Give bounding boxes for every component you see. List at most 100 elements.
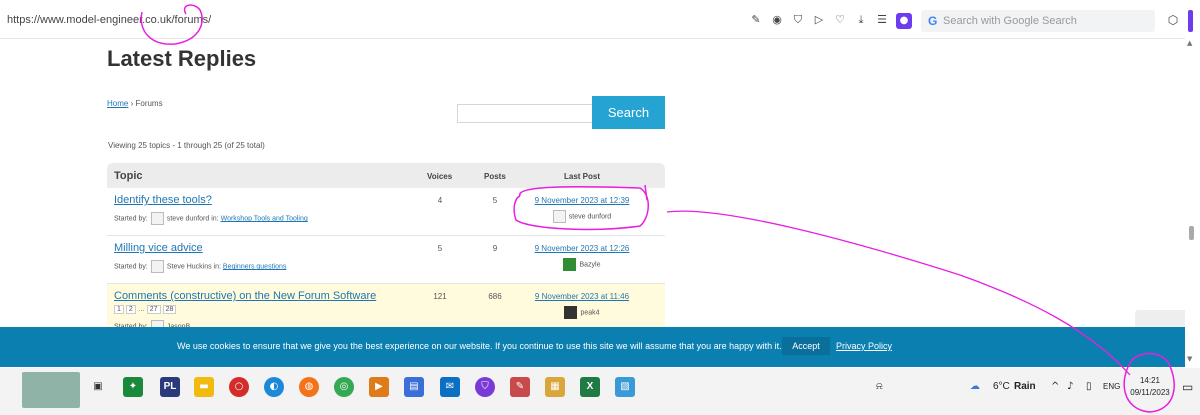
topics-table: Topic Voices Posts Last Post Identify th…	[107, 163, 665, 333]
topic-link[interactable]: Identify these tools?	[114, 194, 212, 206]
archive-icon[interactable]: ▦	[545, 377, 565, 397]
shield-icon[interactable]: ⛉	[791, 13, 805, 27]
store-icon[interactable]: ▤	[404, 377, 424, 397]
scroll-down-icon[interactable]: ▼	[1187, 355, 1192, 363]
forum-link[interactable]: Workshop Tools and Tooling	[221, 215, 308, 222]
send-icon[interactable]: ▷	[812, 13, 826, 27]
chrome-icon[interactable]: ◎	[334, 377, 354, 397]
browser-toolbar: https://www.model-engineer.co.uk/forums/…	[0, 0, 1200, 39]
opera-icon[interactable]: ○	[229, 377, 249, 397]
breadcrumb-separator: ›	[130, 99, 134, 108]
sidebar-toggle[interactable]	[1188, 10, 1193, 32]
table-row: Identify these tools? Started by: steve d…	[107, 188, 665, 236]
topic-pagination: 1 2… 27 28	[114, 305, 178, 314]
last-post-user[interactable]: Bazyle	[522, 258, 642, 271]
playlist-icon[interactable]: ☰	[875, 13, 889, 27]
camera-icon[interactable]: ◉	[770, 13, 784, 27]
taskbar: ▣ ✦ PL ▬ ○ ◐ ◍ ◎ ▶ ▤ ✉ ⛉ ✎ ▦ X ▧ ⍾ ☁ 6°C…	[0, 368, 1200, 415]
header-voices: Voices	[427, 172, 453, 181]
table-header: Topic Voices Posts Last Post	[107, 163, 665, 188]
topic-link[interactable]: Milling vice advice	[114, 242, 203, 254]
scrollbar-thumb[interactable]	[1189, 226, 1194, 240]
weather-icon[interactable]: ☁	[970, 381, 980, 392]
topic-meta: Started by: steve dunford in: Workshop To…	[114, 212, 308, 225]
edit-icon[interactable]: ✎	[749, 13, 763, 27]
search-button[interactable]: Search	[592, 96, 665, 129]
battery-icon[interactable]: ▯	[1086, 381, 1092, 392]
header-posts: Posts	[484, 172, 506, 181]
voices-count: 4	[437, 196, 443, 205]
last-post-link[interactable]: 9 November 2023 at 12:26	[522, 244, 642, 253]
pl-app-icon[interactable]: PL	[160, 377, 180, 397]
vpn-icon[interactable]: ⛉	[475, 377, 495, 397]
google-icon: G	[928, 14, 938, 28]
forum-link[interactable]: Beginners questions	[223, 263, 286, 270]
breadcrumb: Home › Forums	[107, 99, 163, 108]
topic-link[interactable]: Comments (constructive) on the New Forum…	[114, 290, 376, 302]
last-post-link[interactable]: 9 November 2023 at 12:39	[522, 196, 642, 205]
page-scrollbar[interactable]	[1185, 38, 1200, 368]
avatar	[563, 258, 577, 271]
language-indicator[interactable]: ENG	[1103, 382, 1120, 391]
edge-icon[interactable]: ◐	[264, 377, 284, 397]
firefox-icon[interactable]: ◍	[299, 377, 319, 397]
table-row: Milling vice advice Started by: Steve Huc…	[107, 236, 665, 284]
topic-meta: Started by: Steve Huckins in: Beginners q…	[114, 260, 286, 273]
forum-search-input[interactable]	[457, 104, 593, 123]
voices-count: 5	[437, 244, 443, 253]
last-post-link[interactable]: 9 November 2023 at 11:46	[522, 292, 642, 301]
avatar	[150, 212, 164, 225]
page-link[interactable]: 28	[162, 305, 177, 314]
table-row: Comments (constructive) on the New Forum…	[107, 284, 665, 333]
breadcrumb-home-link[interactable]: Home	[107, 99, 128, 108]
avatar	[564, 306, 578, 319]
weather-text[interactable]: Rain	[1014, 381, 1036, 392]
excel-icon[interactable]: X	[580, 377, 600, 397]
topic-author[interactable]: Steve Huckins	[167, 263, 212, 270]
media-player-icon[interactable]: ▶	[369, 377, 389, 397]
show-hidden-icons-icon[interactable]: ^	[1051, 381, 1059, 392]
news-widget-icon[interactable]	[22, 372, 80, 408]
last-post-user[interactable]: peak4	[522, 306, 642, 319]
extensions-icon[interactable]: ⬡	[1164, 10, 1182, 30]
task-view-icon[interactable]: ▣	[88, 377, 108, 397]
google-search-box[interactable]: G Search with Google Search	[921, 10, 1155, 32]
clock-date: 09/11/2023	[1130, 388, 1170, 397]
app-icon-green[interactable]: ✦	[123, 377, 143, 397]
profile-icon[interactable]: ●	[896, 13, 912, 29]
download-icon[interactable]: ⤓	[854, 13, 868, 27]
header-last-post: Last Post	[564, 172, 601, 181]
clock[interactable]: 14:21 09/11/2023	[1127, 375, 1173, 399]
cookie-message: We use cookies to ensure that we give yo…	[177, 341, 782, 351]
posts-count: 686	[488, 292, 502, 301]
clock-time: 14:21	[1139, 376, 1161, 385]
notifications-icon[interactable]: ▭	[1182, 380, 1193, 394]
heart-icon[interactable]: ♡	[833, 13, 847, 27]
avatar	[150, 260, 164, 273]
scroll-up-icon[interactable]: ▲	[1187, 39, 1192, 47]
last-post-user[interactable]: steve dunford	[522, 210, 642, 223]
file-explorer-icon[interactable]: ▬	[194, 377, 214, 397]
header-topic: Topic	[114, 170, 143, 182]
cookie-banner: We use cookies to ensure that we give yo…	[0, 327, 1185, 367]
topic-author[interactable]: steve dunford	[167, 215, 209, 222]
page-link[interactable]: 2	[125, 305, 136, 314]
page-ellipsis: …	[137, 306, 145, 313]
notepad-icon[interactable]: ▧	[615, 377, 635, 397]
page-title: Latest Replies	[107, 46, 257, 71]
posts-count: 9	[492, 244, 498, 253]
pagination-count: Viewing 25 topics - 1 through 25 (of 25 …	[108, 141, 265, 150]
paint-icon[interactable]: ✎	[510, 377, 530, 397]
posts-count: 5	[492, 196, 498, 205]
volume-icon[interactable]: ♪	[1067, 381, 1073, 392]
breadcrumb-current: Forums	[135, 99, 163, 108]
weather-temp[interactable]: 6°C	[993, 381, 1010, 392]
privacy-policy-link[interactable]: Privacy Policy	[836, 341, 892, 351]
address-bar-url[interactable]: https://www.model-engineer.co.uk/forums/	[7, 14, 211, 26]
google-search-placeholder: Search with Google Search	[943, 15, 1077, 27]
cookie-accept-button[interactable]: Accept	[782, 337, 830, 355]
outlook-icon[interactable]: ✉	[440, 377, 460, 397]
page-link[interactable]: 1	[114, 305, 124, 314]
page-link[interactable]: 27	[146, 305, 161, 314]
pen-menu-icon[interactable]: ⍾	[876, 381, 883, 392]
